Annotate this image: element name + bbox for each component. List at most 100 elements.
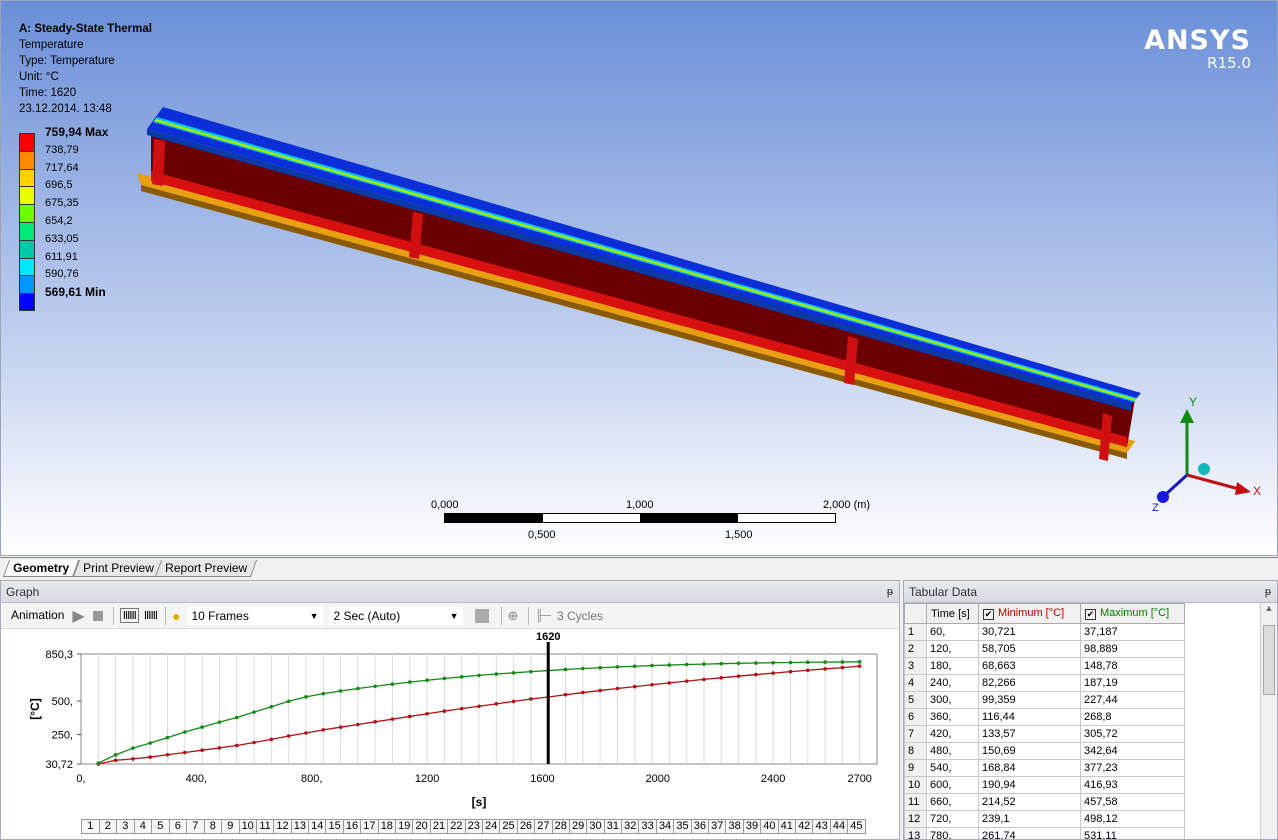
frame-cell[interactable]: 24 — [481, 819, 501, 834]
maximum-column-header[interactable]: ✔ Maximum [°C] — [1080, 603, 1185, 624]
frame-cell[interactable]: 7 — [186, 819, 205, 834]
frame-cell[interactable]: 23 — [464, 819, 483, 834]
frame-cell[interactable]: 43 — [812, 819, 831, 834]
frame-cell[interactable]: 30 — [586, 819, 605, 834]
table-body: 1 60, 30,721 37,187 2 120, 58,705 98,889 3 180, 68… — [904, 623, 1185, 839]
temperature-chart[interactable]: 30,72 250, 500, 850,3 0, 400, 800, 1200 1600 2000… — [1, 631, 901, 816]
frame-cell[interactable]: 26 — [516, 819, 536, 834]
tabular-scrollbar[interactable]: ▲ — [1260, 603, 1277, 839]
frame-cell[interactable]: 36 — [690, 819, 710, 834]
data-point — [788, 660, 793, 665]
triad-iso-ball[interactable] — [1198, 463, 1210, 475]
frame-cell[interactable]: 16 — [342, 819, 362, 834]
lightbulb-icon[interactable]: ● — [172, 608, 180, 624]
pin-icon[interactable]: ᵽ — [1265, 581, 1271, 603]
frame-cell[interactable]: 11 — [255, 819, 275, 834]
frame-cell[interactable]: 29 — [568, 819, 588, 834]
toolbar-separator — [500, 606, 502, 625]
frame-cell[interactable]: 38 — [725, 819, 744, 834]
frame-cell[interactable]: 32 — [621, 819, 640, 834]
frame-cell[interactable]: 42 — [795, 819, 814, 834]
scroll-up-icon[interactable]: ▲ — [1261, 603, 1277, 613]
frame-cell[interactable]: 3 — [116, 819, 135, 834]
tab-print-preview-label: Print Preview — [83, 561, 154, 575]
frame-cell[interactable]: 35 — [673, 819, 692, 834]
frame-cell[interactable]: 4 — [133, 819, 152, 834]
frame-cell[interactable]: 18 — [377, 819, 397, 834]
frame-cell[interactable]: 20 — [412, 819, 431, 834]
frame-cell[interactable]: 40 — [760, 819, 779, 834]
distributed-frames-icon[interactable]: ⅢⅢ — [119, 608, 139, 623]
data-point — [702, 662, 706, 666]
stop-icon[interactable] — [92, 610, 103, 621]
table-row[interactable]: 4 240, 82,266 187,19 — [904, 674, 1185, 692]
table-row[interactable]: 7 420, 133,57 305,72 — [904, 725, 1185, 743]
duration-select[interactable]: 2 Sec (Auto) ▼ — [328, 606, 463, 625]
frame-cell[interactable]: 2 — [98, 819, 117, 834]
table-row[interactable]: 3 180, 68,663 148,78 — [904, 657, 1185, 675]
scrollbar-thumb[interactable] — [1263, 625, 1275, 695]
pin-icon[interactable]: ᵽ — [887, 581, 893, 603]
frames-select[interactable]: 10 Frames ▼ — [186, 606, 323, 625]
table-row[interactable]: 5 300, 99,359 227,44 — [904, 691, 1185, 709]
frame-cell[interactable]: 33 — [638, 819, 657, 834]
frame-cell[interactable]: 28 — [551, 819, 570, 834]
frame-cell[interactable]: 1 — [81, 819, 100, 834]
color-legend[interactable]: 759,94 Max 738,79 717,64 696,5 675,35 654,2 63… — [19, 125, 108, 312]
frame-cell[interactable]: 45 — [847, 819, 866, 834]
frame-cell[interactable]: 14 — [308, 819, 327, 834]
table-row[interactable]: 8 480, 150,69 342,64 — [904, 742, 1185, 760]
frame-cell[interactable]: 13 — [290, 819, 310, 834]
beam-model[interactable] — [1, 1, 1278, 556]
legend-swatch — [19, 292, 35, 312]
data-point — [598, 665, 602, 670]
frame-cell[interactable]: 10 — [238, 819, 257, 834]
toolbar-separator — [528, 606, 530, 625]
data-point — [356, 686, 360, 691]
frame-cell[interactable]: 22 — [447, 819, 466, 834]
minimum-checkbox[interactable]: ✔ — [983, 609, 994, 620]
table-row[interactable]: 1 60, 30,721 37,187 — [904, 623, 1185, 641]
frame-cell[interactable]: 41 — [777, 819, 796, 834]
axis-triad[interactable]: Y X Z — [1143, 393, 1263, 518]
frame-cell[interactable]: 12 — [273, 819, 292, 834]
play-icon[interactable]: ▶ — [72, 606, 84, 626]
frame-cell[interactable]: 5 — [151, 819, 170, 834]
frame-cell[interactable]: 27 — [534, 819, 553, 834]
minimum-column-header[interactable]: ✔ Minimum [°C] — [978, 603, 1081, 624]
frame-cell[interactable]: 25 — [499, 819, 518, 834]
frame-cell[interactable]: 44 — [829, 819, 849, 834]
table-row[interactable]: 11 660, 214,52 457,58 — [904, 793, 1185, 811]
table-row[interactable]: 13 780, 261,74 531,11 — [904, 827, 1185, 839]
table-row[interactable]: 10 600, 190,94 416,93 — [904, 776, 1185, 794]
export-video-icon[interactable] — [474, 608, 489, 623]
zoom-icon[interactable]: ⊕ — [508, 608, 519, 624]
table-row[interactable]: 12 720, 239,1 498,12 — [904, 810, 1185, 828]
legend-entry[interactable]: 569,61 Min — [19, 285, 108, 312]
frame-cell[interactable]: 31 — [603, 819, 623, 834]
frame-cell[interactable]: 19 — [395, 819, 414, 834]
frame-cell[interactable]: 17 — [360, 819, 379, 834]
graphics-viewport[interactable]: A: Steady-State Thermal Temperature Type… — [0, 0, 1278, 556]
time-column-header[interactable]: Time [s] — [926, 603, 979, 624]
frame-cell[interactable]: 37 — [708, 819, 727, 834]
data-point — [234, 715, 239, 720]
table-row[interactable]: 9 540, 168,84 377,23 — [904, 759, 1185, 777]
tab-report-preview[interactable]: Report Preview — [154, 560, 258, 577]
tab-print-preview[interactable]: Print Preview — [72, 560, 164, 577]
frame-cell[interactable]: 15 — [325, 819, 344, 834]
data-point — [390, 682, 395, 686]
frame-cell[interactable]: 34 — [655, 819, 675, 834]
tab-geometry[interactable]: Geometry — [2, 560, 80, 577]
frame-cell[interactable]: 9 — [221, 819, 240, 834]
result-sets-icon[interactable]: ⅢⅢ — [144, 609, 158, 622]
frame-cell[interactable]: 21 — [429, 819, 449, 834]
maximum-checkbox[interactable]: ✔ — [1085, 609, 1096, 620]
frame-cell[interactable]: 39 — [742, 819, 762, 834]
frame-cell[interactable]: 8 — [203, 819, 222, 834]
frame-cell[interactable]: 6 — [168, 819, 187, 834]
cycles-icon[interactable]: ╟─ — [535, 610, 551, 622]
table-row[interactable]: 2 120, 58,705 98,889 — [904, 640, 1185, 658]
table-row[interactable]: 6 360, 116,44 268,8 — [904, 708, 1185, 726]
data-point — [373, 684, 377, 689]
